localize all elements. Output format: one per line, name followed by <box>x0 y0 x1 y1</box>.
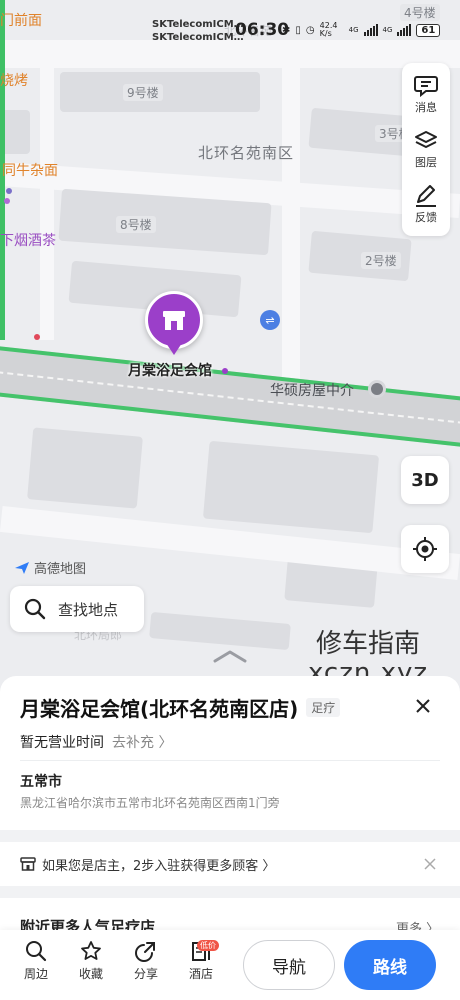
layers-label: 图层 <box>415 155 437 169</box>
network-type: 4G <box>348 26 359 34</box>
messages-label: 消息 <box>415 100 437 114</box>
poi-dot <box>6 188 12 194</box>
poi-agency-label[interactable]: 华硕房屋中介 <box>270 380 354 400</box>
hotel-label: 酒店 <box>188 967 213 981</box>
layers-button[interactable]: 图层 <box>414 130 438 170</box>
map-block <box>27 427 143 509</box>
building-label-2: 2号楼 <box>361 252 401 269</box>
dismiss-banner-button[interactable] <box>424 858 436 870</box>
navigate-label: 导航 <box>272 957 306 978</box>
messages-button[interactable]: 消息 <box>414 75 438 115</box>
net-speed: 42.4 K/s <box>319 21 338 38</box>
feedback-button[interactable]: 反馈 <box>414 184 438 225</box>
network-type: 4G <box>382 26 393 34</box>
bluetooth-icon: ✱ <box>282 24 291 36</box>
status-bar: SKTelecomICM… SKTelecomICM… 06:30 ✱ ▯ ◷ … <box>0 0 460 46</box>
title-row: 月棠浴足会馆(北环名苑南区店) 足疗 <box>20 693 341 722</box>
address[interactable]: 黑龙江省哈尔滨市五常市北环名苑南区西南1门旁 <box>20 794 280 811</box>
favorite-button[interactable]: 收藏 <box>71 940 111 982</box>
place-title: 月棠浴足会馆(北环名苑南区店) <box>20 697 299 721</box>
search-icon <box>26 941 47 962</box>
add-hours-link[interactable]: 去补充 〉 <box>112 732 172 752</box>
poi-dot <box>34 334 40 340</box>
map-tools-panel: 消息 图层 反馈 <box>402 63 450 236</box>
signal-icon <box>397 24 412 36</box>
hours-row: 暂无营业时间 去补充 〉 <box>20 732 172 752</box>
clock: 06:30 <box>235 20 290 40</box>
locate-icon <box>413 537 437 561</box>
poi-label[interactable]: 同牛杂面 <box>2 160 58 180</box>
carrier-name: SKTelecomICM… <box>152 19 244 30</box>
locate-me-button[interactable] <box>401 525 449 573</box>
watermark-line-1: 修车指南 <box>316 629 421 659</box>
share-icon <box>135 942 155 962</box>
nearby-button[interactable]: 周边 <box>16 940 56 982</box>
message-icon <box>414 75 438 97</box>
owner-claim-banner[interactable]: 如果您是店主，2步入驻获得更多顾客 〉 <box>0 842 460 886</box>
feedback-label: 反馈 <box>415 210 437 224</box>
shop-icon <box>145 291 203 349</box>
bus-stop-icon[interactable]: ⇌ <box>260 310 280 330</box>
carrier-name: SKTelecomICM… <box>152 32 244 43</box>
route-label: 路线 <box>373 957 407 978</box>
place-info-card: 月棠浴足会馆(北环名苑南区店) 足疗 暂无营业时间 去补充 〉 五常市 黑龙江省… <box>0 676 460 830</box>
poi-dot <box>222 368 228 374</box>
layers-icon <box>415 130 437 148</box>
lane-dash <box>0 366 460 430</box>
street <box>282 40 300 400</box>
alarm-icon: ◷ <box>305 24 315 36</box>
map-canvas[interactable]: 北环名苑南区 9号楼 8号楼 3号楼 2号楼 4号楼 门前面 烧烤 同牛杂面 下… <box>0 0 460 700</box>
share-label: 分享 <box>133 967 158 981</box>
owner-claim-text: 如果您是店主，2步入驻获得更多顾客 〉 <box>42 858 276 874</box>
hotel-badge: 低价 <box>197 940 219 951</box>
divider <box>20 760 440 761</box>
city-name: 五常市 <box>20 774 62 790</box>
toggle-3d-label: 3D <box>411 469 439 491</box>
selected-place-label[interactable]: 月棠浴足会馆 <box>128 360 212 380</box>
search-place-button[interactable]: 查找地点 <box>10 586 144 632</box>
building-label-9: 9号楼 <box>123 84 163 101</box>
battery-indicator: 61 <box>416 23 441 37</box>
category-tag: 足疗 <box>306 698 341 717</box>
district-label: 北环名苑南区 <box>198 144 295 162</box>
map-block <box>202 440 380 534</box>
poi-dot <box>4 198 10 204</box>
navigate-button[interactable]: 导航 <box>243 940 335 990</box>
route-button[interactable]: 路线 <box>344 940 436 990</box>
business-hours: 暂无营业时间 <box>20 735 104 751</box>
poi-label[interactable]: 烧烤 <box>0 70 28 90</box>
chevron-up-icon <box>213 650 247 663</box>
close-icon <box>424 858 436 870</box>
street <box>40 40 54 340</box>
vibrate-icon: ▯ <box>295 24 301 36</box>
sheet-expand-handle[interactable] <box>212 648 248 667</box>
map-brand: 高德地图 <box>14 558 86 577</box>
poi-label[interactable]: 下烟酒茶 <box>0 230 56 250</box>
pencil-icon <box>416 184 436 207</box>
nearby-label: 周边 <box>23 967 48 981</box>
share-button[interactable]: 分享 <box>126 940 166 982</box>
agency-poi-icon[interactable] <box>368 380 386 398</box>
search-placeholder: 查找地点 <box>58 600 119 619</box>
star-icon <box>81 941 101 960</box>
toggle-3d-button[interactable]: 3D <box>401 456 449 504</box>
map-block <box>149 611 291 651</box>
favorite-label: 收藏 <box>78 967 103 981</box>
status-icons: ✱ ▯ ◷ 42.4 K/s 4G 4G 61 <box>282 21 441 38</box>
store-icon <box>20 857 36 871</box>
close-button[interactable] <box>412 695 434 717</box>
building-label-8: 8号楼 <box>116 216 156 233</box>
search-icon <box>24 598 46 620</box>
amap-logo-icon <box>15 561 29 574</box>
brand-label: 高德地图 <box>34 562 87 577</box>
selected-place-pin[interactable] <box>145 291 203 357</box>
pin-tail <box>166 343 182 355</box>
close-icon <box>416 699 430 713</box>
signal-icon <box>363 24 378 36</box>
